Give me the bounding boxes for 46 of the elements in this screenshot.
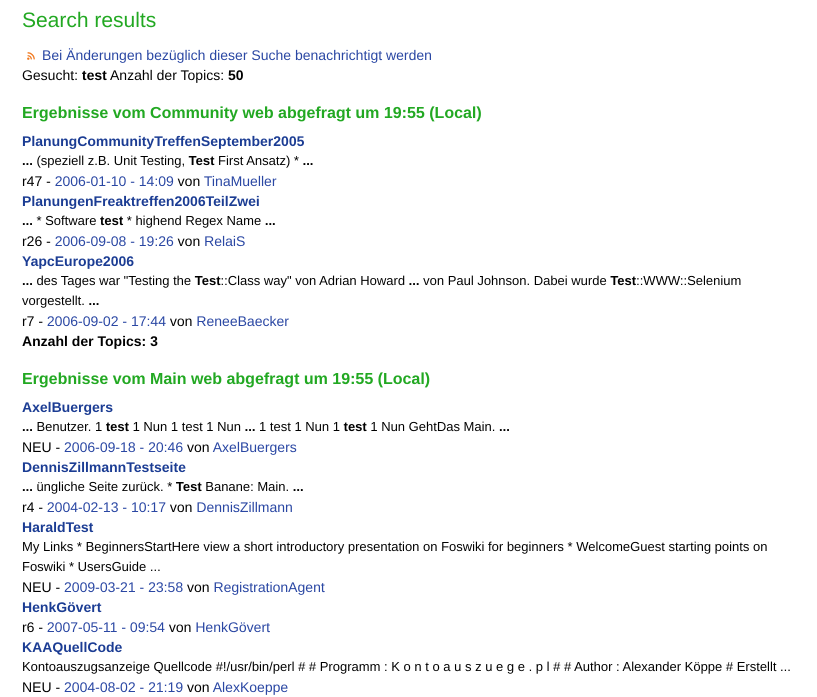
result-snippet: ... des Tages war "Testing the Test::Class way" von Adrian Howard ... von Paul Johnson. Dabei wurde Test::WWW::Selenium vorgestellt. ... <box>22 272 742 310</box>
section-heading: Ergebnisse vom Main web abgefragt um 19:55 (Local) <box>22 370 430 390</box>
topic-link[interactable]: AxelBuergers <box>22 397 114 417</box>
author-link[interactable]: TinaMueller <box>204 173 277 189</box>
date-link[interactable]: 2009-03-21 - 23:58 <box>64 579 184 595</box>
result-meta: r4 - 2004-02-13 - 10:17 von DennisZillmann <box>22 498 293 517</box>
result-meta: NEU - 2006-09-18 - 20:46 von AxelBuergers <box>22 438 297 457</box>
author-link[interactable]: RelaiS <box>204 233 246 249</box>
author-link[interactable]: AlexKoeppe <box>212 679 288 695</box>
result-snippet: ... (speziell z.B. Unit Testing, Test First Ansatz) * ... <box>22 152 314 170</box>
result-meta: r26 - 2006-09-08 - 19:26 von RelaiS <box>22 232 246 251</box>
result-meta: r6 - 2007-05-11 - 09:54 von HenkGövert <box>22 618 270 637</box>
result-meta: NEU - 2004-08-02 - 21:19 von AlexKoeppe <box>22 678 288 697</box>
result-meta: r7 - 2006-09-02 - 17:44 von ReneeBaecker <box>22 312 289 331</box>
date-link[interactable]: 2007-05-11 - 09:54 <box>46 619 165 635</box>
date-link[interactable]: 2004-02-13 - 10:17 <box>46 499 166 515</box>
author-link[interactable]: HenkGövert <box>195 619 270 635</box>
result-snippet: Kontoauszugsanzeige Quellcode #!/usr/bin/perl # # Programm : K o n t o a u s z u e g e . p l # # Author : Alexander Köppe # Erstellt ... <box>22 658 792 676</box>
rss-icon <box>27 52 35 60</box>
topic-link[interactable]: KAAQuellCode <box>22 637 122 657</box>
topic-link[interactable]: HaraldTest <box>22 517 94 537</box>
page-title: Search results <box>22 9 156 33</box>
topic-link[interactable]: PlanungenFreaktreffen2006TeilZwei <box>22 191 260 211</box>
topic-count: Anzahl der Topics: 3 <box>22 332 158 351</box>
result-snippet: My Links * BeginnersStartHere view a short introductory presentation on Foswiki for beginners * WelcomeGuest starting points on Foswiki * UsersGuide ... <box>22 538 768 576</box>
result-meta: NEU - 2009-03-21 - 23:58 von RegistrationAgent <box>22 578 325 597</box>
notify-link[interactable]: Bei Änderungen bezüglich dieser Suche benachrichtigt werden <box>42 45 432 65</box>
author-link[interactable]: DennisZillmann <box>196 499 293 515</box>
topic-link[interactable]: YapcEurope2006 <box>22 251 134 271</box>
author-link[interactable]: ReneeBaecker <box>196 313 289 329</box>
section-heading: Ergebnisse vom Community web abgefragt um 19:55 (Local) <box>22 104 482 124</box>
topic-link[interactable]: HenkGövert <box>22 597 102 617</box>
date-link[interactable]: 2004-08-02 - 21:19 <box>64 679 184 695</box>
date-link[interactable]: 2006-09-02 - 17:44 <box>46 313 166 329</box>
date-link[interactable]: 2006-09-18 - 20:46 <box>64 439 184 455</box>
date-link[interactable]: 2006-09-08 - 19:26 <box>54 233 174 249</box>
result-snippet: ... Benutzer. 1 test 1 Nun 1 test 1 Nun ... 1 test 1 Nun 1 test 1 Nun GehtDas Main. ... <box>22 418 511 436</box>
search-summary: Gesucht: test Anzahl der Topics: 50 <box>22 66 244 85</box>
author-link[interactable]: AxelBuergers <box>212 439 297 455</box>
result-meta: r47 - 2006-01-10 - 14:09 von TinaMueller <box>22 172 277 191</box>
topic-link[interactable]: DennisZillmannTestseite <box>22 457 186 477</box>
result-snippet: ... * Software test * highend Regex Name ... <box>22 212 277 230</box>
topic-link[interactable]: PlanungCommunityTreffenSeptember2005 <box>22 131 304 151</box>
date-link[interactable]: 2006-01-10 - 14:09 <box>54 173 174 189</box>
author-link[interactable]: RegistrationAgent <box>213 579 325 595</box>
result-snippet: ... üngliche Seite zurück. * Test Banane: Main. ... <box>22 478 305 496</box>
